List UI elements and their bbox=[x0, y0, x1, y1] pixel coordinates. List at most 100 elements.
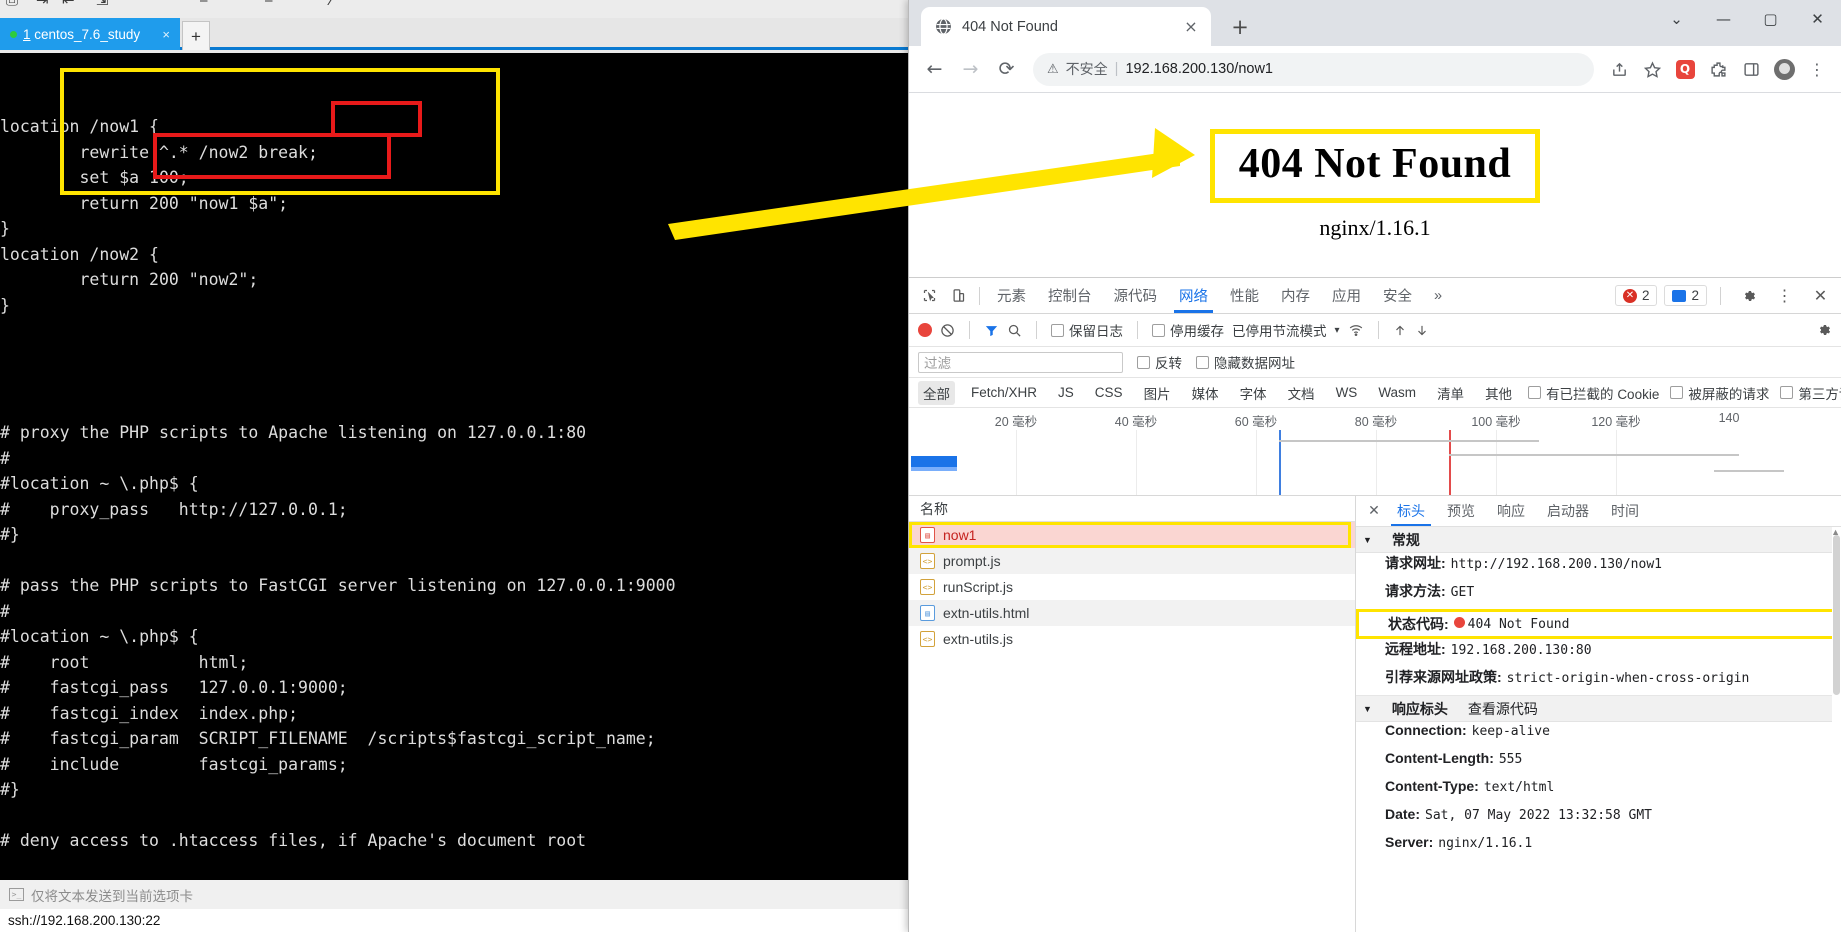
export-har-icon[interactable] bbox=[1415, 323, 1429, 338]
hide-data-urls-checkbox[interactable]: 隐藏数据网址 bbox=[1196, 352, 1295, 372]
chrome-menu-icon[interactable]: ⋮ bbox=[1802, 54, 1832, 84]
throttling-caret-icon[interactable]: ▾ bbox=[1335, 325, 1340, 336]
settings-gear-icon[interactable] bbox=[1734, 281, 1763, 310]
devtools-tab-application[interactable]: 应用 bbox=[1321, 278, 1372, 313]
terminal-toolbar[interactable]: ⎙ ⇥ ⇤ ⇲ ⎯ ⎯ ⁄ bbox=[0, 0, 910, 18]
address-bar[interactable]: ⚠ 不安全 | 192.168.200.130/now1 bbox=[1033, 52, 1594, 86]
reload-button[interactable]: ⟳ bbox=[990, 53, 1023, 86]
type-filter-js[interactable]: JS bbox=[1053, 383, 1079, 402]
terminal-tab-centos[interactable]: 1 centos_7.6_study × bbox=[0, 18, 180, 50]
header-row: 请求网址: http://192.168.200.130/now1 bbox=[1356, 553, 1841, 581]
record-button-icon[interactable] bbox=[918, 323, 932, 337]
devtools-tab-network[interactable]: 网络 bbox=[1168, 278, 1219, 313]
third-party-checkbox[interactable]: 第三方请求 bbox=[1780, 383, 1841, 403]
throttling-label[interactable]: 已停用节流模式 bbox=[1232, 320, 1327, 340]
network-conditions-icon[interactable] bbox=[1348, 323, 1364, 337]
detail-tab-initiator[interactable]: 启动器 bbox=[1536, 496, 1600, 526]
network-overview-timeline[interactable]: 20 毫秒 40 毫秒 60 毫秒 80 毫秒 100 毫秒 120 毫秒 14… bbox=[909, 408, 1841, 496]
not-secure-label[interactable]: 不安全 bbox=[1066, 59, 1108, 79]
devtools-close-icon[interactable]: ✕ bbox=[1806, 281, 1835, 310]
type-filter-all[interactable]: 全部 bbox=[918, 380, 955, 405]
request-row[interactable]: <> runScript.js bbox=[909, 574, 1355, 600]
preserve-log-checkbox[interactable]: 保留日志 bbox=[1051, 320, 1123, 340]
toolbar-glyph-2[interactable]: ⇥ bbox=[36, 0, 49, 9]
chrome-tab-404-not-found[interactable]: 404 Not Found × bbox=[921, 7, 1211, 46]
terminal-tab-close-icon[interactable]: × bbox=[158, 27, 174, 42]
type-filter-img[interactable]: 图片 bbox=[1139, 381, 1176, 405]
script-icon: <> bbox=[920, 631, 935, 647]
device-toolbar-icon[interactable] bbox=[944, 281, 973, 310]
devtools-tab-console[interactable]: 控制台 bbox=[1037, 278, 1103, 313]
detail-tab-preview[interactable]: 预览 bbox=[1436, 496, 1486, 526]
filter-icon[interactable] bbox=[984, 323, 999, 338]
extension-red-icon[interactable]: Q bbox=[1670, 54, 1700, 84]
detail-tab-headers[interactable]: 标头 bbox=[1386, 496, 1436, 526]
devtools-tab-sources[interactable]: 源代码 bbox=[1103, 278, 1169, 313]
filter-input[interactable]: 过滤 bbox=[918, 351, 1123, 373]
toolbar-glyph-5[interactable]: ⎯ bbox=[200, 0, 208, 9]
share-icon[interactable] bbox=[1604, 54, 1634, 84]
detail-close-icon[interactable]: ✕ bbox=[1362, 503, 1386, 519]
chevron-down-icon[interactable]: ⌄ bbox=[1653, 0, 1700, 38]
request-row[interactable]: ▤ now1 bbox=[909, 522, 1355, 548]
chrome-browser-window: 404 Not Found × + ⌄ — ▢ ✕ ← → ⟳ ⚠ 不安全 | … bbox=[908, 0, 1841, 932]
devtools-more-tabs-icon[interactable]: » bbox=[1423, 278, 1453, 313]
close-window-icon[interactable]: ✕ bbox=[1794, 0, 1841, 38]
type-filter-manifest[interactable]: 清单 bbox=[1432, 381, 1469, 405]
type-filter-ws[interactable]: WS bbox=[1331, 383, 1363, 402]
toolbar-glyph-7[interactable]: ⁄ bbox=[330, 0, 333, 9]
invert-checkbox[interactable]: 反转 bbox=[1137, 352, 1182, 372]
request-detail-scroll-area[interactable]: ▼ 常规 请求网址: http://192.168.200.130/now1 请求方… bbox=[1356, 527, 1841, 932]
back-button[interactable]: ← bbox=[918, 53, 951, 86]
devtools-tab-memory[interactable]: 内存 bbox=[1270, 278, 1321, 313]
request-row[interactable]: <> prompt.js bbox=[909, 548, 1355, 574]
request-row[interactable]: ▤ extn-utils.html bbox=[909, 600, 1355, 626]
terminal-new-tab-button[interactable]: + bbox=[182, 21, 210, 50]
section-response-headers-header[interactable]: ▼ 响应标头 查看源代码 bbox=[1356, 696, 1841, 722]
devtools-tab-performance[interactable]: 性能 bbox=[1219, 278, 1270, 313]
search-icon[interactable] bbox=[1007, 323, 1022, 338]
devtools-tab-security[interactable]: 安全 bbox=[1372, 278, 1423, 313]
inspect-element-icon[interactable] bbox=[915, 281, 944, 310]
request-row[interactable]: <> extn-utils.js bbox=[909, 626, 1355, 652]
extensions-puzzle-icon[interactable] bbox=[1703, 54, 1733, 84]
type-filter-media[interactable]: 媒体 bbox=[1187, 381, 1224, 405]
type-filter-other[interactable]: 其他 bbox=[1480, 381, 1517, 405]
section-general-header[interactable]: ▼ 常规 bbox=[1356, 527, 1841, 553]
maximize-icon[interactable]: ▢ bbox=[1747, 0, 1794, 38]
side-panel-icon[interactable] bbox=[1736, 54, 1766, 84]
detail-scrollbar[interactable]: ▲ bbox=[1831, 527, 1841, 932]
type-filter-doc[interactable]: 文档 bbox=[1283, 381, 1320, 405]
forward-button[interactable]: → bbox=[954, 53, 987, 86]
network-settings-gear-icon[interactable] bbox=[1816, 322, 1832, 338]
detail-tab-timing[interactable]: 时间 bbox=[1600, 496, 1650, 526]
type-filter-fetchxhr[interactable]: Fetch/XHR bbox=[966, 383, 1042, 402]
profile-avatar-icon[interactable] bbox=[1769, 54, 1799, 84]
toolbar-glyph-4[interactable]: ⇲ bbox=[96, 0, 109, 9]
view-source-link[interactable]: 查看源代码 bbox=[1468, 699, 1538, 719]
type-filter-css[interactable]: CSS bbox=[1090, 383, 1128, 402]
blocked-cookies-checkbox[interactable]: 有已拦截的 Cookie bbox=[1528, 383, 1659, 403]
disable-cache-checkbox[interactable]: 停用缓存 bbox=[1152, 320, 1224, 340]
blocked-requests-checkbox[interactable]: 被屏蔽的请求 bbox=[1670, 383, 1769, 403]
devtools-menu-icon[interactable]: ⋮ bbox=[1770, 281, 1799, 310]
detail-tab-response[interactable]: 响应 bbox=[1486, 496, 1536, 526]
minimize-icon[interactable]: — bbox=[1700, 0, 1747, 38]
message-count-badge[interactable]: 2 bbox=[1664, 285, 1707, 306]
bookmark-star-icon[interactable] bbox=[1637, 54, 1667, 84]
clear-button-icon[interactable] bbox=[940, 323, 955, 338]
toolbar-glyph-6[interactable]: ⎯ bbox=[265, 0, 273, 9]
request-list-column-header[interactable]: 名称 bbox=[909, 496, 1355, 522]
type-filter-wasm[interactable]: Wasm bbox=[1373, 383, 1421, 402]
toolbar-glyph-1[interactable]: ⎙ bbox=[6, 0, 18, 9]
terminal-screen[interactable]: location /now1 { rewrite ^.* /now2 break… bbox=[0, 53, 910, 879]
error-count-badge[interactable]: ✕ 2 bbox=[1614, 285, 1658, 306]
scrollbar-thumb[interactable] bbox=[1833, 535, 1840, 695]
timeline-grey-line bbox=[1714, 470, 1784, 472]
devtools-tab-elements[interactable]: 元素 bbox=[986, 278, 1037, 313]
chrome-new-tab-button[interactable]: + bbox=[1227, 14, 1253, 40]
toolbar-glyph-3[interactable]: ⇤ bbox=[62, 0, 75, 9]
import-har-icon[interactable] bbox=[1393, 323, 1407, 338]
chrome-tab-close-icon[interactable]: × bbox=[1181, 17, 1201, 36]
type-filter-font[interactable]: 字体 bbox=[1235, 381, 1272, 405]
